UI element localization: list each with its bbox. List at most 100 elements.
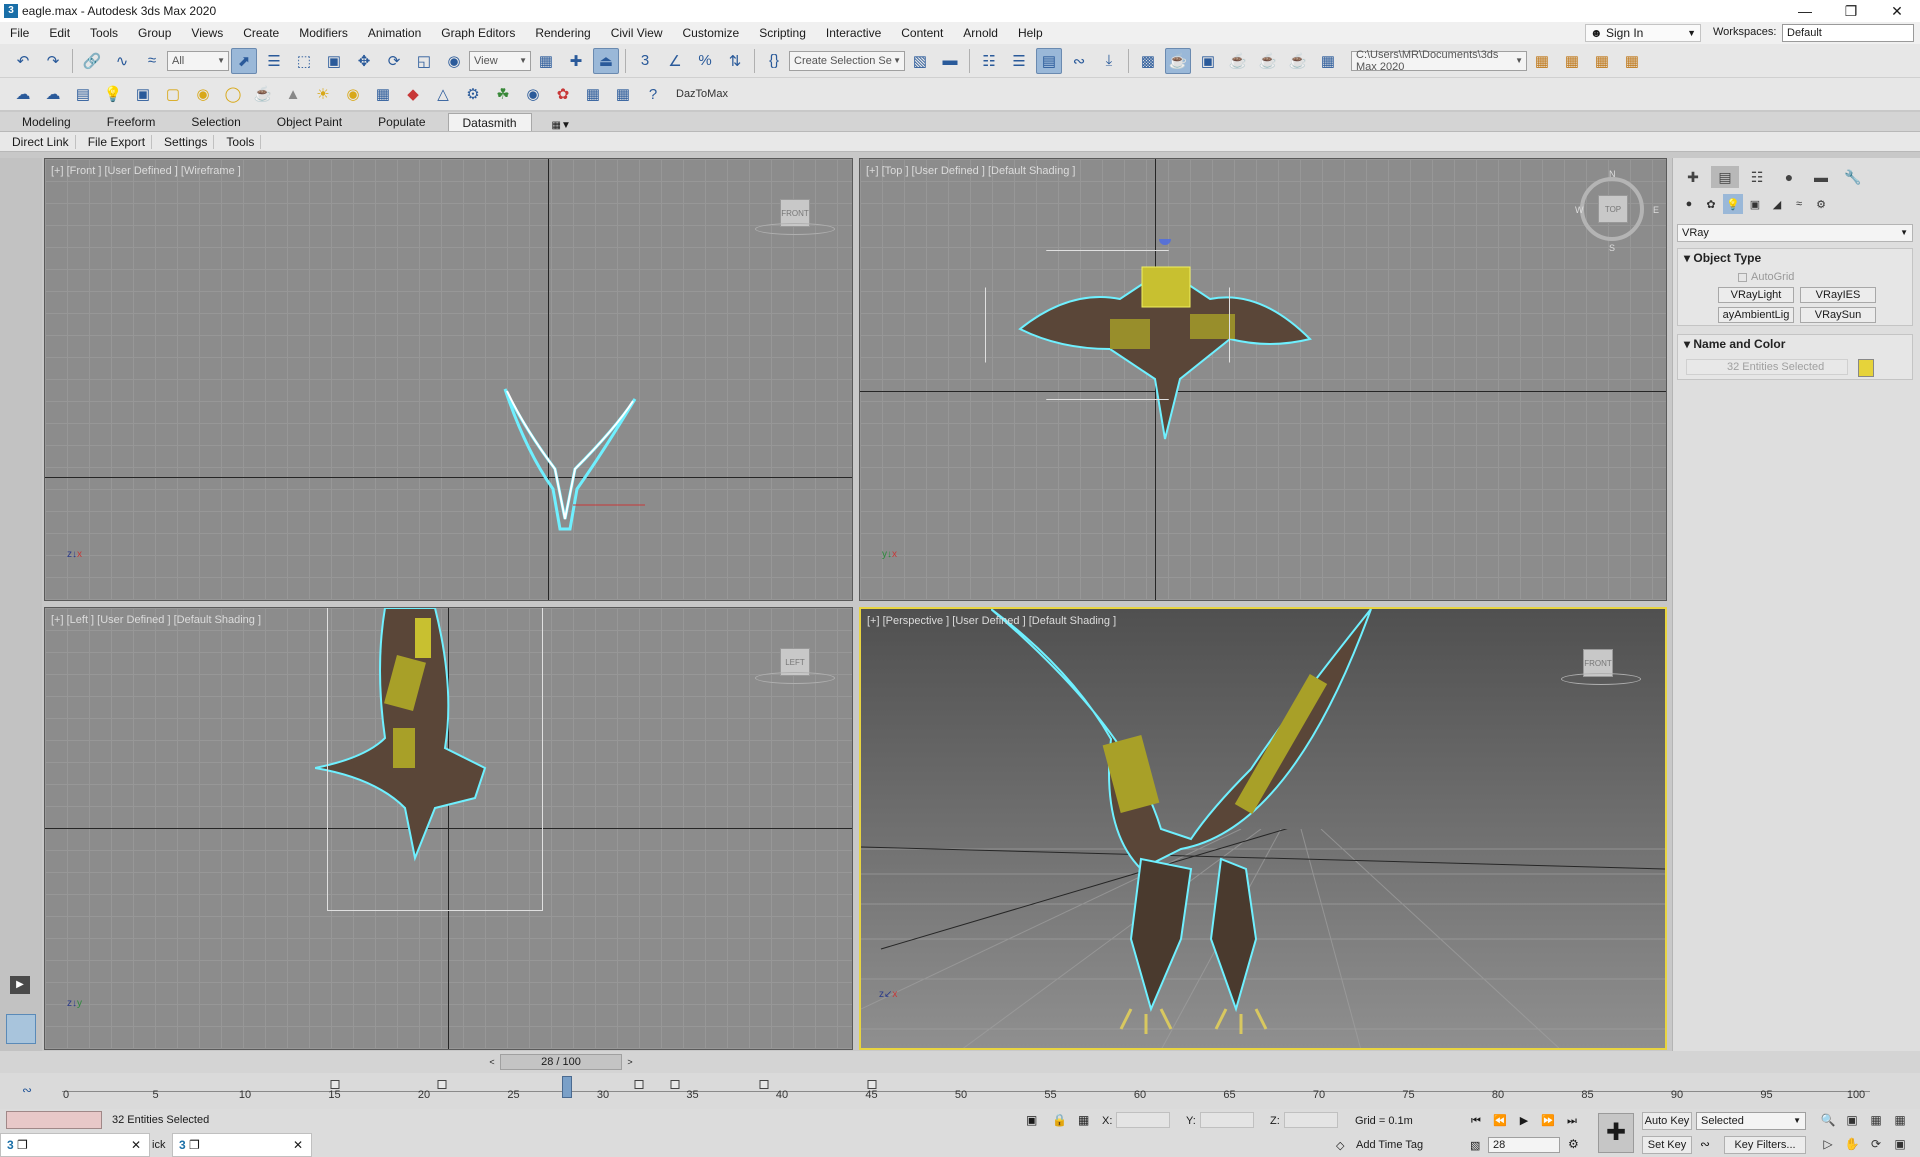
autogrid-checkbox[interactable]: AutoGrid: [1738, 271, 1794, 283]
viewport-label[interactable]: [+] [Perspective ] [User Defined ] [Defa…: [867, 615, 1116, 627]
name-and-color-header[interactable]: ▾ Name and Color: [1678, 335, 1912, 353]
keyboard-shortcut-override-icon[interactable]: ⏏: [593, 47, 619, 74]
tab-object-paint[interactable]: Object Paint: [263, 113, 356, 131]
reference-coordinate-dropdown[interactable]: View ▼: [469, 50, 531, 71]
viewport-left[interactable]: [+] [Left ] [User Defined ] [Default Sha…: [44, 607, 853, 1050]
vfb-icon[interactable]: ▦: [580, 81, 606, 107]
y-coordinate-field[interactable]: [1200, 1112, 1254, 1128]
set-keys-icon[interactable]: ✚: [1598, 1113, 1634, 1153]
cameras-icon[interactable]: ▣: [1745, 194, 1765, 214]
unlink-icon[interactable]: ∿: [109, 48, 135, 74]
undo-icon[interactable]: ↶: [10, 48, 36, 74]
current-frame-field[interactable]: 28: [1488, 1137, 1560, 1153]
render-production-icon[interactable]: ☕: [1225, 48, 1251, 74]
next-key-icon[interactable]: ⏩: [1538, 1112, 1558, 1130]
create-tab-icon[interactable]: ✚: [1679, 166, 1707, 188]
menu-group[interactable]: Group: [128, 22, 181, 44]
ribbon-options-icon[interactable]: ▦▼: [552, 120, 571, 131]
project-folder-dropdown[interactable]: C:\Users\MR\Documents\3ds Max 2020 ▼: [1351, 49, 1527, 73]
sign-in-button[interactable]: ☻ Sign In ▼: [1585, 24, 1701, 42]
menu-modifiers[interactable]: Modifiers: [289, 22, 358, 44]
pan-icon[interactable]: ✋: [1842, 1137, 1862, 1155]
play-icon[interactable]: ▶: [1514, 1112, 1534, 1130]
menu-file[interactable]: File: [0, 22, 39, 44]
time-tag-icon[interactable]: ◇: [1336, 1139, 1344, 1152]
bind-space-warp-icon[interactable]: ≈: [139, 48, 165, 74]
zoom-extents-icon[interactable]: ▦: [1866, 1113, 1886, 1131]
animation-key[interactable]: [759, 1080, 769, 1089]
restore-icon[interactable]: ❐: [1828, 0, 1874, 22]
vraysun-button[interactable]: VRaySun: [1800, 307, 1876, 323]
viewport-label[interactable]: [+] [Top ] [User Defined ] [Default Shad…: [866, 165, 1075, 177]
maximize-viewport-icon[interactable]: ▣: [1890, 1137, 1910, 1155]
scene-explorer-icon[interactable]: ☷: [976, 48, 1002, 74]
export-icon[interactable]: ▦: [610, 81, 636, 107]
vrayambientlight-button[interactable]: ayAmbientLig: [1718, 307, 1794, 323]
object-type-header[interactable]: ▾ Object Type: [1678, 249, 1912, 267]
place-icon[interactable]: ◉: [441, 48, 467, 74]
animation-key[interactable]: [330, 1080, 339, 1089]
plant-icon[interactable]: ☘: [490, 81, 516, 107]
modify-tab-icon[interactable]: ▤: [1711, 166, 1739, 188]
cloud-icon[interactable]: ☁: [40, 81, 66, 107]
viewcube-ring[interactable]: [755, 223, 835, 235]
close-icon[interactable]: ✕: [293, 1138, 303, 1152]
menu-graph-editors[interactable]: Graph Editors: [431, 22, 525, 44]
object-color-swatch[interactable]: [1858, 359, 1874, 377]
menu-tools[interactable]: Tools: [80, 22, 128, 44]
field-of-view-icon[interactable]: ▷: [1818, 1137, 1838, 1155]
omni-light-icon[interactable]: ◉: [340, 81, 366, 107]
project-icon-1[interactable]: ▦: [1529, 48, 1555, 74]
maxscript-listener[interactable]: [6, 1111, 102, 1129]
gear-icon[interactable]: ⚙: [460, 81, 486, 107]
menu-customize[interactable]: Customize: [673, 22, 750, 44]
render-iterative-icon[interactable]: ☕: [1255, 48, 1281, 74]
animation-key[interactable]: [437, 1080, 447, 1089]
menu-civil-view[interactable]: Civil View: [601, 22, 673, 44]
orbit-icon[interactable]: ⟳: [1866, 1137, 1886, 1155]
daz-to-max-label[interactable]: DazToMax: [676, 88, 728, 100]
object-name-field[interactable]: 32 Entities Selected: [1686, 359, 1848, 375]
toggle-ribbon-icon[interactable]: ▤: [1036, 47, 1062, 74]
utilities-tab-icon[interactable]: 🔧: [1839, 166, 1867, 188]
previous-key-icon[interactable]: ⏪: [1490, 1112, 1510, 1130]
box-icon[interactable]: ▢: [160, 81, 186, 107]
next-frame-icon[interactable]: >: [624, 1054, 636, 1070]
menu-content[interactable]: Content: [891, 22, 953, 44]
sun-icon[interactable]: ☀: [310, 81, 336, 107]
viewport-perspective[interactable]: [+] [Perspective ] [User Defined ] [Defa…: [859, 607, 1667, 1050]
workspace-dropdown[interactable]: Default: [1782, 24, 1914, 42]
vraylight-button[interactable]: VRayLight: [1718, 287, 1794, 303]
fur-icon[interactable]: ▦: [370, 81, 396, 107]
viewport-top[interactable]: [+] [Top ] [User Defined ] [Default Shad…: [859, 158, 1667, 601]
menu-views[interactable]: Views: [181, 22, 233, 44]
subtab-direct-link[interactable]: Direct Link: [8, 134, 76, 149]
minimize-icon[interactable]: —: [1782, 0, 1828, 22]
sphere-icon[interactable]: ◯: [220, 81, 246, 107]
menu-interactive[interactable]: Interactive: [816, 22, 891, 44]
z-coordinate-field[interactable]: [1284, 1112, 1338, 1128]
rendered-frame-window-icon[interactable]: ▣: [1195, 48, 1221, 74]
auto-key-button[interactable]: Auto Key: [1642, 1112, 1692, 1130]
angle-snap-icon[interactable]: ∠: [662, 48, 688, 74]
camera-icon[interactable]: ▣: [130, 81, 156, 107]
cylinder-icon[interactable]: ◉: [190, 81, 216, 107]
curve-editor-toggle-icon[interactable]: ∾: [22, 1083, 32, 1097]
animation-key[interactable]: [867, 1080, 876, 1089]
light-lister-icon[interactable]: 💡: [100, 81, 126, 107]
menu-create[interactable]: Create: [233, 22, 289, 44]
image-icon[interactable]: ▤: [70, 81, 96, 107]
menu-scripting[interactable]: Scripting: [749, 22, 816, 44]
edit-named-selection-icon[interactable]: {}: [761, 48, 787, 74]
default-in-out-tangent-icon[interactable]: ∾: [1700, 1137, 1710, 1151]
select-object-icon[interactable]: ⬈: [231, 47, 257, 74]
systems-icon[interactable]: ⚙: [1811, 194, 1831, 214]
tab-selection[interactable]: Selection: [177, 113, 254, 131]
subtab-settings[interactable]: Settings: [160, 134, 215, 149]
layer-explorer-icon[interactable]: ☰: [1006, 48, 1032, 74]
window-crossing-icon[interactable]: ▣: [321, 48, 347, 74]
teapot-icon[interactable]: ☁: [10, 81, 36, 107]
taskbar-item-1[interactable]: 3 ❐ ✕: [0, 1133, 150, 1157]
rectangular-selection-icon[interactable]: ⬚: [291, 48, 317, 74]
named-selection-dropdown[interactable]: Create Selection Se ▼: [789, 50, 905, 71]
